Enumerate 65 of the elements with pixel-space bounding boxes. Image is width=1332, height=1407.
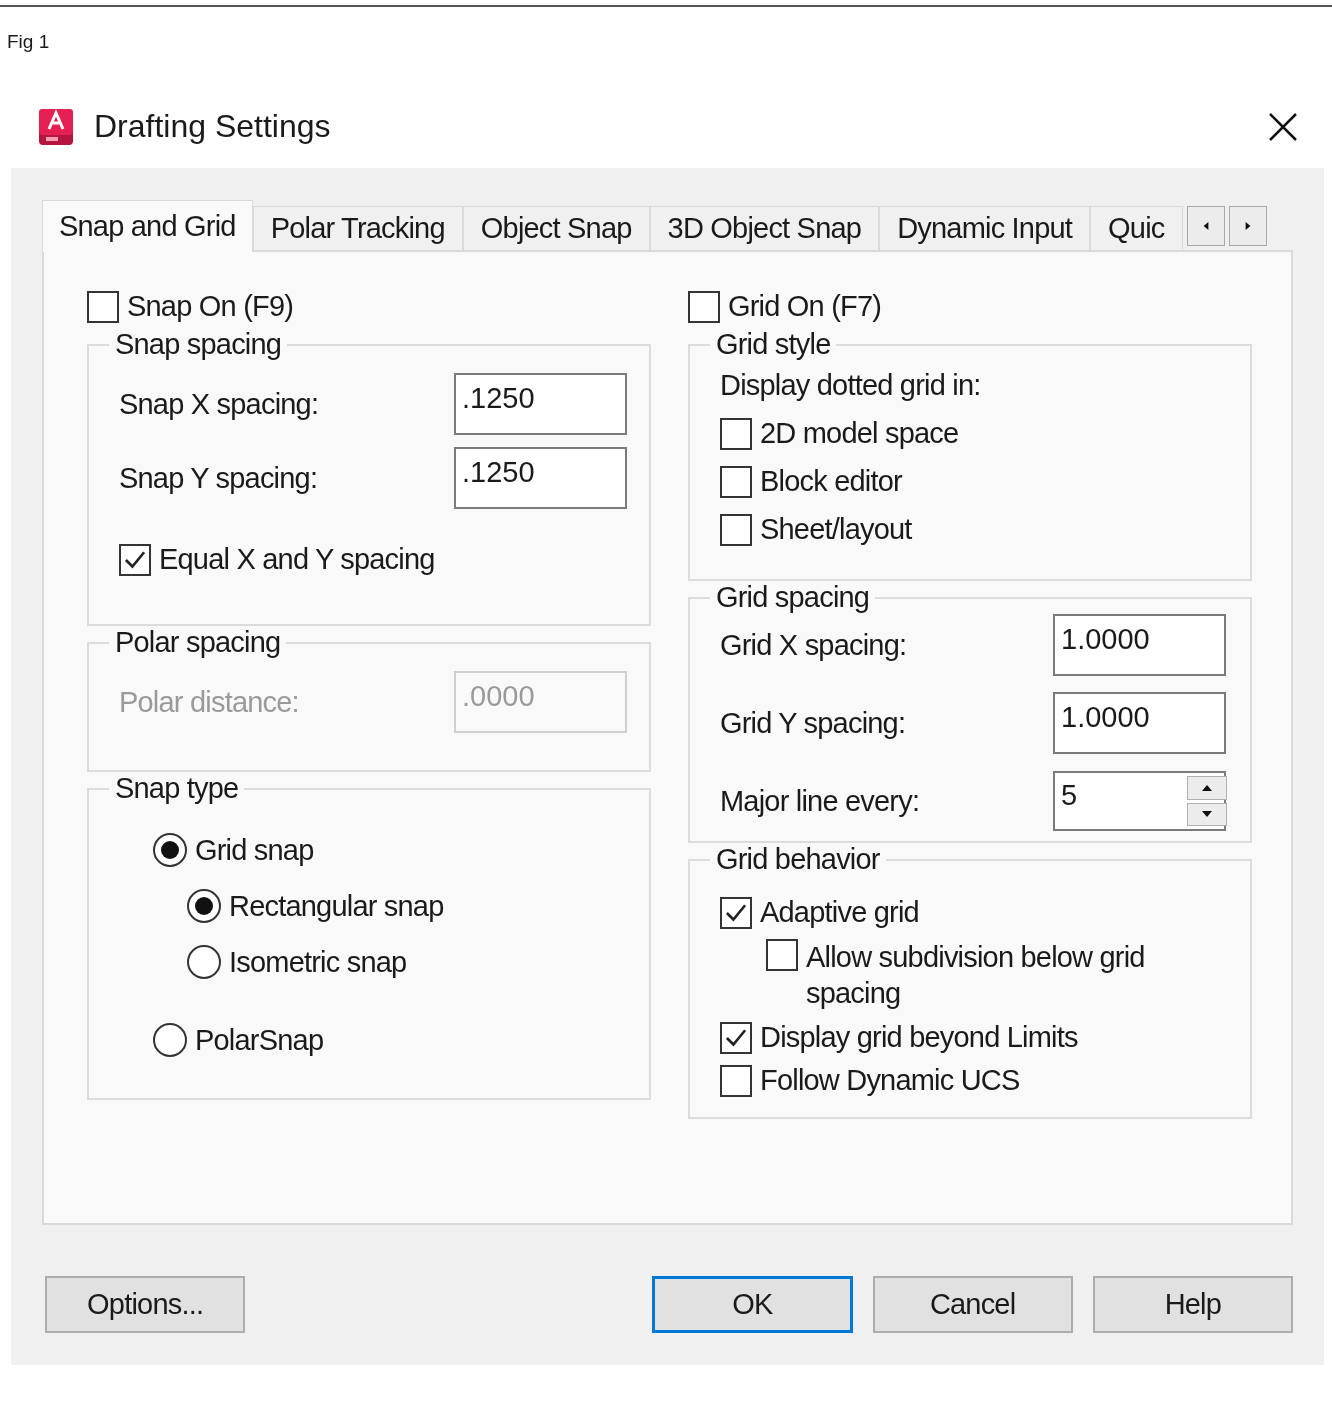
checkbox-label: Grid On (F7): [728, 290, 882, 323]
tab[interactable]: 3D Object Snap: [649, 206, 880, 250]
checkbox[interactable]: [720, 1064, 752, 1097]
input-field[interactable]: 1.0000: [1053, 614, 1226, 676]
tab[interactable]: Snap and Grid: [42, 200, 253, 252]
spin-down-button[interactable]: [1187, 802, 1227, 826]
up-triangle-icon: [1201, 783, 1213, 792]
field-label: Grid X spacing:: [720, 628, 907, 662]
group-title: Grid spacing: [715, 581, 871, 614]
checkbox[interactable]: [720, 465, 752, 498]
group-title: Grid style: [715, 328, 832, 361]
dialog-button[interactable]: Help: [1092, 1276, 1293, 1333]
checkbox[interactable]: [87, 290, 119, 323]
tab[interactable]: Dynamic Input: [879, 206, 1091, 250]
checkbox-label: Sheet/layout: [760, 513, 912, 546]
field-label: Grid Y spacing:: [720, 706, 906, 740]
checkbox-label: Snap On (F9): [127, 290, 294, 323]
radio-label: Isometric snap: [229, 945, 407, 979]
checkbox[interactable]: [720, 513, 752, 546]
input-field[interactable]: 1.0000: [1053, 692, 1226, 754]
checkbox[interactable]: [119, 543, 151, 576]
checkbox-label: Allow subdivision below grid spacing: [806, 940, 1146, 1011]
radio-button[interactable]: [153, 1023, 187, 1057]
radio-label: Rectangular snap: [229, 889, 444, 923]
dialog-button[interactable]: OK: [652, 1276, 853, 1333]
checkbox[interactable]: [720, 896, 752, 929]
field-label: Major line every:: [720, 784, 920, 818]
checkbox-label: 2D model space: [760, 417, 959, 450]
spin-up-button[interactable]: [1187, 776, 1227, 800]
left-triangle-icon: [1201, 220, 1210, 232]
group-title: Snap type: [114, 772, 240, 805]
checkbox[interactable]: [720, 417, 752, 450]
spinner-field[interactable]: 5: [1053, 771, 1226, 831]
checkbox-label: Adaptive grid: [760, 896, 919, 929]
input-field[interactable]: .1250: [454, 373, 627, 435]
checkbox-label: Block editor: [760, 465, 902, 498]
checkbox-label: Equal X and Y spacing: [159, 543, 435, 576]
group-title: Snap spacing: [114, 328, 283, 361]
radio-label: PolarSnap: [195, 1023, 324, 1057]
tab[interactable]: Polar Tracking: [252, 206, 463, 250]
group-caption: Display dotted grid in:: [720, 369, 982, 402]
figure-caption: Fig 1: [6, 30, 51, 54]
checkbox-label: Follow Dynamic UCS: [760, 1064, 1020, 1097]
tab[interactable]: Quic: [1090, 206, 1183, 250]
checkbox-label: Display grid beyond Limits: [760, 1021, 1078, 1054]
checkbox[interactable]: [720, 1021, 752, 1054]
group-title: Polar spacing: [114, 626, 282, 659]
dialog-button[interactable]: Options...: [45, 1276, 246, 1333]
close-button[interactable]: [1268, 111, 1298, 142]
radio-button[interactable]: [153, 833, 187, 867]
down-triangle-icon: [1201, 810, 1213, 819]
dialog-button[interactable]: Cancel: [872, 1276, 1073, 1333]
field-label: Snap Y spacing:: [119, 461, 318, 495]
window-title: Drafting Settings: [94, 108, 332, 145]
field-label: Snap X spacing:: [119, 387, 319, 421]
checkbox[interactable]: [766, 939, 798, 971]
field-label: Polar distance:: [119, 685, 299, 719]
right-triangle-icon: [1243, 220, 1252, 232]
input-field[interactable]: .1250: [454, 447, 627, 509]
radio-button[interactable]: [187, 889, 221, 923]
radio-button[interactable]: [187, 945, 221, 979]
radio-label: Grid snap: [195, 833, 314, 867]
checkbox[interactable]: [688, 290, 720, 323]
group-title: Grid behavior: [715, 843, 881, 876]
tab[interactable]: Object Snap: [462, 206, 650, 250]
